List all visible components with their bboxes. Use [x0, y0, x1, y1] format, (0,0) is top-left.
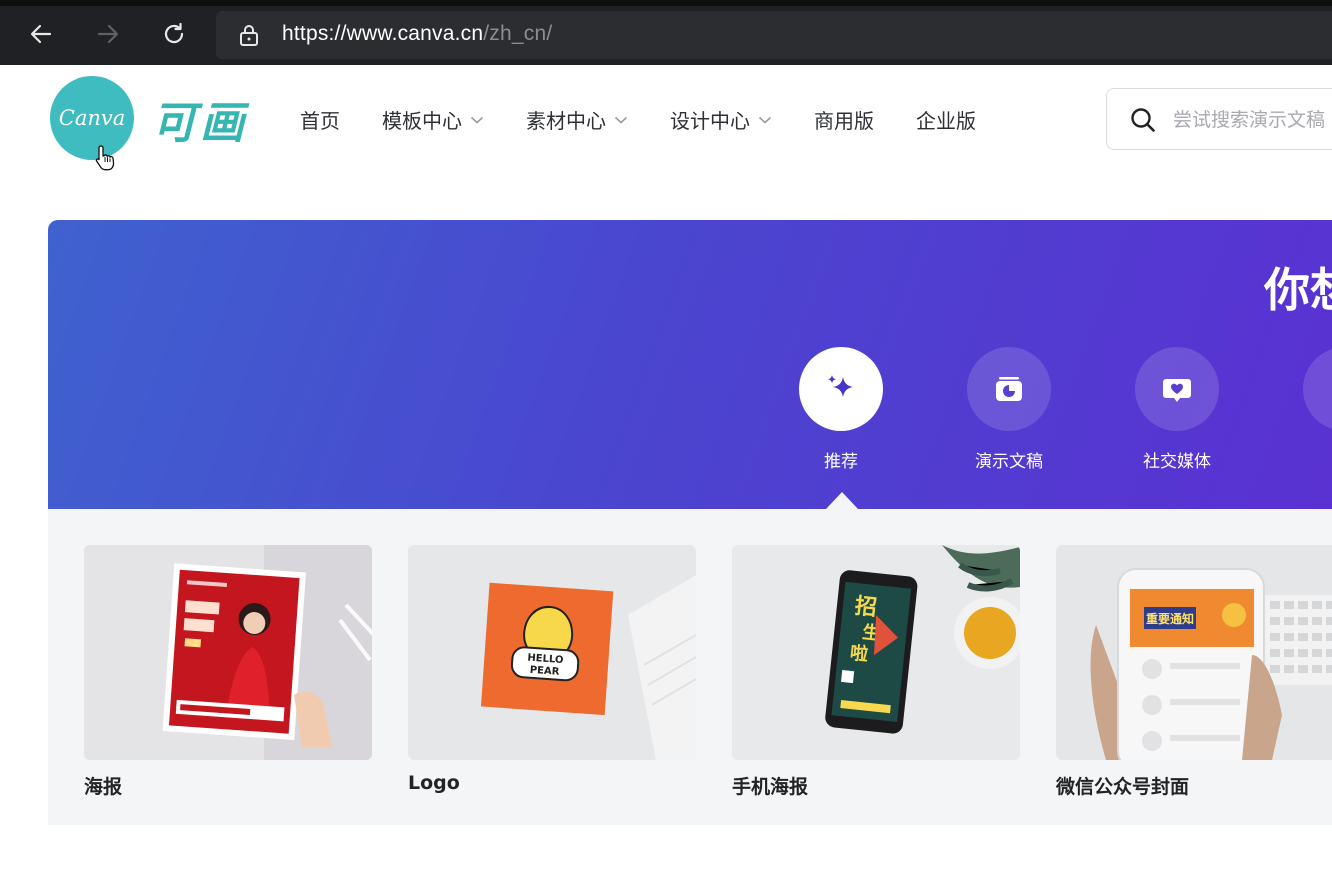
- category-label: 社交媒体: [1143, 452, 1211, 472]
- nav-label: 设计中心: [670, 109, 750, 133]
- logo-chinese-wordmark[interactable]: 可画: [152, 87, 248, 151]
- hand-cursor-icon: [95, 145, 115, 171]
- svg-text:啦: 啦: [849, 642, 869, 666]
- nav-item-business[interactable]: 商用版: [814, 105, 874, 134]
- svg-text:PEAR: PEAR: [529, 665, 560, 678]
- url-path: /zh_cn/: [483, 22, 553, 45]
- card-label: 海报: [84, 776, 123, 798]
- site-header: Canva 可画 首页 模板中心 素材中心 设计中心 商用版 企业版: [0, 65, 1332, 175]
- card-label: Logo: [408, 772, 460, 794]
- search-icon: [1131, 108, 1155, 132]
- category-icon-circle: [799, 347, 883, 431]
- category-icon-circle: [967, 347, 1051, 431]
- reload-button[interactable]: [159, 19, 189, 49]
- design-card-wechat-cover[interactable]: 重要通知 微信公众号封面: [1056, 545, 1332, 799]
- nav-item-templates[interactable]: 模板中心: [382, 105, 484, 134]
- category-icon-circle: [1135, 347, 1219, 431]
- video-icon: [1325, 369, 1332, 409]
- nav-label: 企业版: [916, 109, 976, 133]
- nav-item-materials[interactable]: 素材中心: [526, 105, 628, 134]
- forward-button[interactable]: [93, 19, 123, 49]
- lock-icon: [240, 25, 258, 46]
- category-video[interactable]: 视: [1285, 347, 1332, 472]
- arrow-left-icon: [30, 24, 52, 44]
- hero-title: 你想: [1264, 263, 1332, 317]
- design-card-mobile-poster[interactable]: 招 生 啦 手机海报: [732, 545, 1020, 799]
- category-label: 演示文稿: [975, 452, 1043, 472]
- wechat-cover-thumbnail: 重要通知: [1056, 545, 1332, 760]
- heart-chat-icon: [1163, 379, 1191, 402]
- reload-icon: [164, 22, 184, 44]
- mobile-poster-thumbnail: 招 生 啦: [732, 545, 1020, 760]
- hero-banner: 你想 推荐 演示文稿 社交媒体 视: [48, 220, 1332, 509]
- category-presentation[interactable]: 演示文稿: [949, 347, 1069, 472]
- url-host: https://www.canva.cn: [282, 22, 484, 45]
- arrow-right-icon: [97, 24, 119, 44]
- presentation-icon: [996, 377, 1022, 401]
- nav-item-enterprise[interactable]: 企业版: [916, 105, 976, 134]
- nav-item-home[interactable]: 首页: [300, 105, 340, 134]
- search-input[interactable]: [1173, 105, 1332, 135]
- nav-item-design[interactable]: 设计中心: [670, 105, 772, 134]
- sparkle-icon: [828, 375, 853, 397]
- search-box[interactable]: [1106, 88, 1332, 150]
- address-bar[interactable]: https://www.canva.cn/zh_cn/: [216, 11, 1332, 59]
- nav-label: 商用版: [814, 109, 874, 133]
- svg-text:招: 招: [854, 594, 879, 621]
- chevron-down-icon: [758, 116, 772, 124]
- design-card-logo[interactable]: HELLO PEAR Logo: [408, 545, 696, 794]
- logo-thumbnail: HELLO PEAR: [408, 545, 696, 760]
- chevron-down-icon: [614, 116, 628, 124]
- card-label: 微信公众号封面: [1056, 776, 1190, 798]
- url-text: https://www.canva.cn/zh_cn/: [282, 22, 552, 46]
- browser-toolbar: https://www.canva.cn/zh_cn/: [0, 0, 1332, 65]
- category-label: 视: [1285, 447, 1332, 472]
- logo-text: Canva: [58, 106, 126, 130]
- category-label: 推荐: [824, 452, 858, 472]
- poster-thumbnail: [84, 545, 372, 760]
- design-type-row: 海报 HELLO PEAR Logo 招 生 啦 手机海报 重要通知 微信公众号…: [48, 509, 1332, 825]
- category-icon-circle: [1303, 347, 1332, 431]
- canva-logo[interactable]: Canva: [50, 76, 134, 160]
- svg-text:重要通知: 重要通知: [1146, 611, 1194, 626]
- category-recommended[interactable]: 推荐: [781, 347, 901, 472]
- nav-label: 素材中心: [526, 109, 606, 133]
- category-social-media[interactable]: 社交媒体: [1117, 347, 1237, 472]
- design-card-poster[interactable]: 海报: [84, 545, 372, 799]
- chevron-down-icon: [470, 116, 484, 124]
- nav-label: 模板中心: [382, 109, 462, 133]
- active-tab-indicator: [826, 492, 858, 509]
- main-nav: 首页 模板中心 素材中心 设计中心 商用版 企业版: [300, 105, 1018, 134]
- back-button[interactable]: [26, 19, 56, 49]
- nav-label: 首页: [300, 109, 340, 133]
- card-label: 手机海报: [732, 776, 809, 798]
